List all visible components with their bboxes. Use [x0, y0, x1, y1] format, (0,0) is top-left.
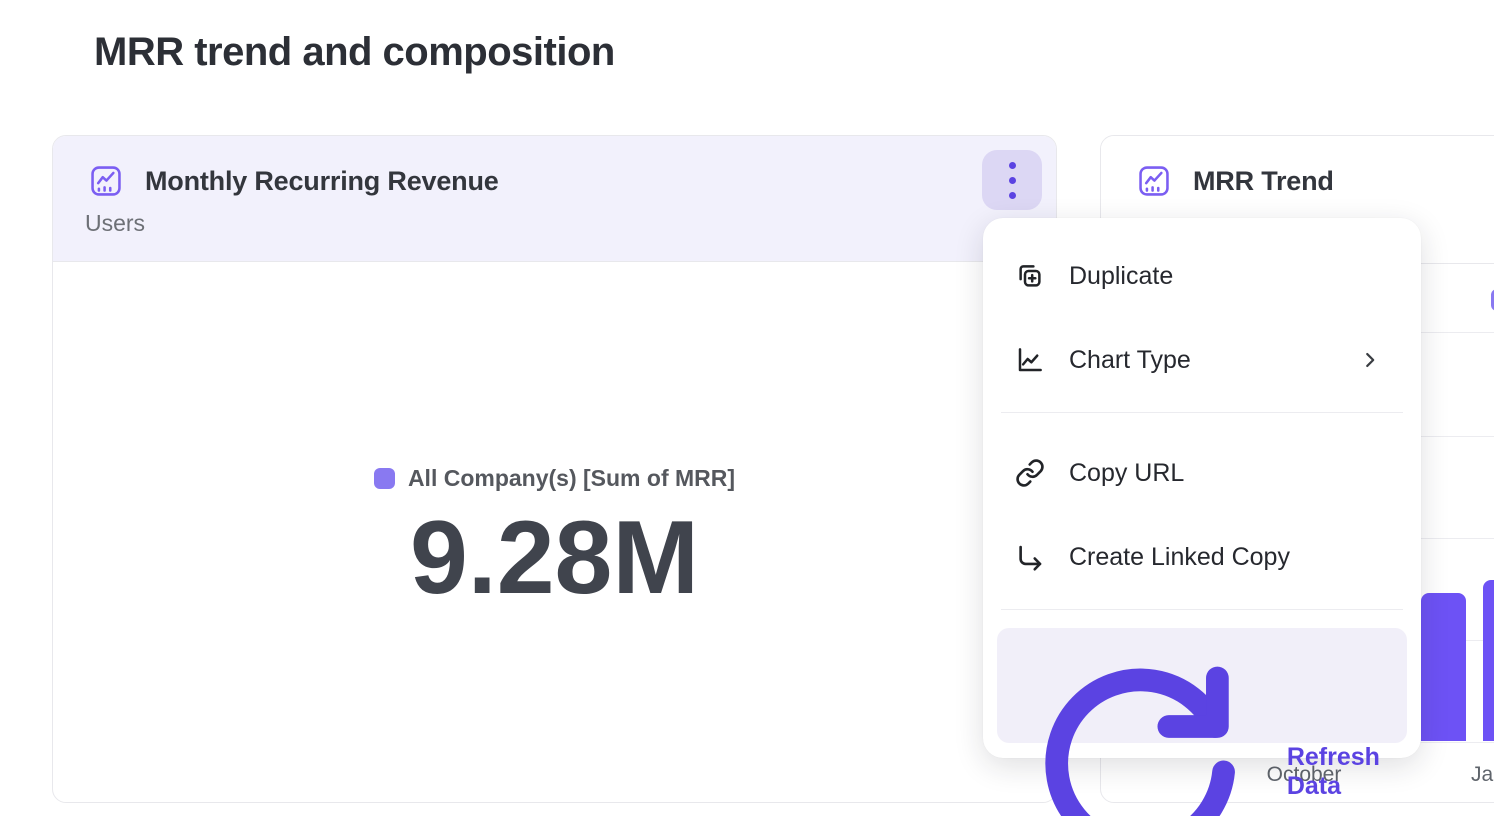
mrr-card-header: Monthly Recurring Revenue Users: [53, 136, 1056, 262]
chart-icon: [89, 164, 123, 198]
mrr-card-subtitle: Users: [85, 210, 1020, 237]
chart-bar[interactable]: [1483, 580, 1494, 741]
linked-copy-icon: [1015, 542, 1045, 572]
menu-divider: [1001, 609, 1403, 610]
mrr-card-title: Monthly Recurring Revenue: [145, 166, 499, 197]
link-icon: [1015, 458, 1045, 488]
mrr-card-body: All Company(s) [Sum of MRR] 9.28M: [53, 262, 1056, 802]
card-options-button[interactable]: [982, 150, 1042, 210]
menu-item-create-linked-copy[interactable]: Create Linked Copy: [997, 515, 1407, 599]
chart-type-icon: [1015, 345, 1045, 375]
menu-item-copy-url[interactable]: Copy URL: [997, 431, 1407, 515]
mrr-trend-card-title: MRR Trend: [1193, 166, 1334, 197]
menu-item-label: Chart Type: [1069, 346, 1191, 375]
chart-bar[interactable]: [1421, 593, 1466, 741]
menu-divider: [1001, 412, 1403, 413]
menu-item-duplicate[interactable]: Duplicate: [997, 234, 1407, 318]
legend-swatch-icon: [374, 468, 395, 489]
page-title: MRR trend and composition: [94, 30, 615, 75]
refresh-icon: [1015, 648, 1263, 816]
x-axis-label: Ja: [1471, 763, 1493, 787]
chevron-right-icon: [1359, 349, 1381, 371]
menu-item-chart-type[interactable]: Chart Type: [997, 318, 1407, 402]
duplicate-icon: [1015, 261, 1045, 291]
mrr-total-value: 9.28M: [410, 506, 699, 610]
chart-icon: [1137, 164, 1171, 198]
kebab-icon: [1009, 162, 1016, 199]
card-options-menu: Duplicate Chart Type Copy URL Create Lin…: [983, 218, 1421, 758]
menu-item-label: Create Linked Copy: [1069, 543, 1290, 572]
dashboard-page: MRR trend and composition Monthly Recurr…: [0, 0, 1494, 816]
legend: All Company(s) [Sum of MRR]: [374, 465, 735, 492]
menu-item-label: Copy URL: [1069, 459, 1184, 488]
refresh-data-label: Refresh Data: [1287, 743, 1389, 801]
mrr-card: Monthly Recurring Revenue Users All Comp…: [52, 135, 1057, 803]
menu-item-label: Duplicate: [1069, 262, 1173, 291]
menu-item-refresh-data[interactable]: Refresh Data Data from 6 min ago: [997, 628, 1407, 743]
legend-label: All Company(s) [Sum of MRR]: [408, 465, 735, 492]
